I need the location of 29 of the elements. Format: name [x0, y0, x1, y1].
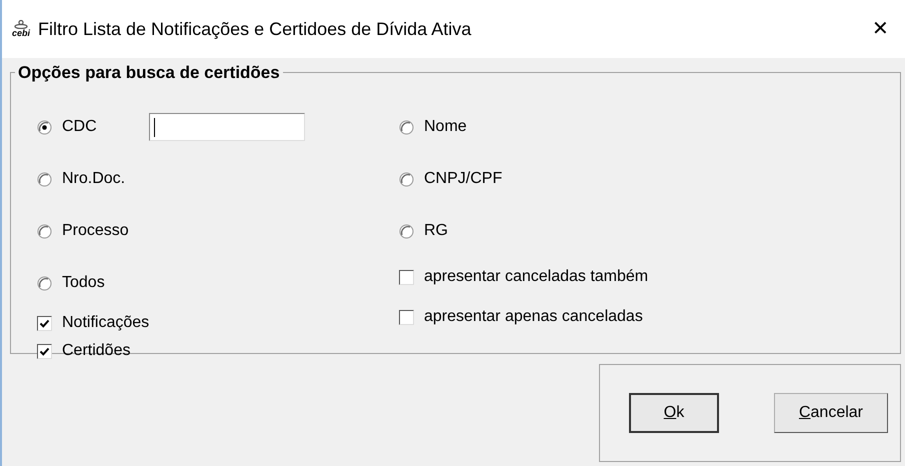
checkbox-label: apresentar apenas canceladas [424, 307, 643, 327]
cancel-button[interactable]: Cancelar [774, 393, 888, 433]
radio-label: CDC [62, 117, 97, 137]
logo-icon [14, 20, 28, 29]
radio-label: RG [424, 221, 448, 241]
radio-label: Processo [62, 221, 129, 241]
radio-button[interactable] [399, 224, 414, 238]
checkbox-label: Notificações [62, 313, 150, 333]
input-field[interactable] [148, 113, 305, 141]
radio-label: Nome [424, 117, 467, 137]
radio-label: Todos [62, 273, 105, 293]
radio-label: CNPJ/CPF [424, 169, 502, 189]
ok-button[interactable]: Ok [629, 393, 719, 433]
radio-button[interactable] [37, 172, 52, 186]
checkbox[interactable] [37, 316, 52, 330]
radio-button[interactable] [37, 224, 52, 238]
radio-button[interactable] [399, 172, 414, 186]
checkbox-label: Certidões [62, 341, 130, 361]
radio-label: Nro.Doc. [62, 169, 126, 189]
radio-button[interactable] [37, 276, 52, 290]
close-button[interactable]: ✕ [866, 14, 895, 44]
checkbox-label: apresentar canceladas também [424, 267, 648, 287]
logo-text: cebi [12, 29, 30, 38]
checkbox[interactable] [37, 344, 52, 358]
window-title: Filtro Lista de Notificações e Certidoes de Dívida Ativa [38, 18, 472, 41]
checkbox[interactable] [399, 310, 414, 324]
radio-button[interactable] [37, 120, 52, 134]
checkbox[interactable] [399, 270, 414, 284]
radio-button[interactable] [399, 120, 414, 134]
